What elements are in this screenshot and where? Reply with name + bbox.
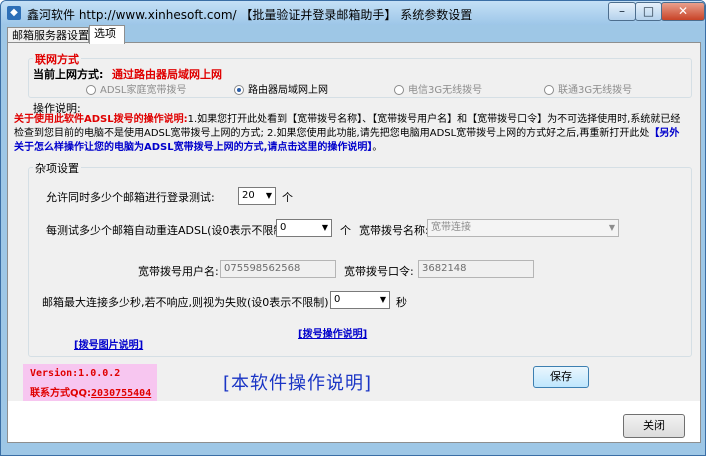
dial-password-field[interactable]: 3682148 — [418, 260, 534, 278]
current-mode-value: 通过路由器局域网上网 — [112, 68, 222, 81]
version-text: Version:1.0.0.2 — [30, 368, 121, 379]
dial-user-field[interactable]: 075598562568 — [220, 260, 336, 278]
help-text: 关于使用此软件ADSL拨号的操作说明:1.如果您打开此处看到【宽带拨号名称】、【… — [14, 114, 681, 153]
timeout-unit: 秒 — [396, 296, 407, 309]
tab-mail-server-settings[interactable]: 邮箱服务器设置 — [7, 27, 89, 43]
app-window: ◆ 鑫河软件 http://www.xinhesoft.com/ 【批量验证并登… — [0, 0, 706, 456]
concurrent-unit: 个 — [282, 191, 293, 204]
radio-circle-selected — [234, 85, 244, 95]
concurrent-label: 允许同时多少个邮箱进行登录测试: — [46, 191, 215, 204]
concurrent-select[interactable]: 20 ▼ — [238, 187, 276, 205]
current-mode-label: 当前上网方式: — [33, 68, 104, 81]
software-manual-link[interactable]: [本软件操作说明] — [223, 369, 372, 395]
radio-circle — [544, 85, 554, 95]
radio-unicom-3g[interactable]: 联通3G无线拨号 — [544, 81, 632, 96]
timeout-label: 邮箱最大连接多少秒,若不响应,则视为失败(设0表示不限制) — [42, 296, 329, 309]
network-group-title: 联网方式 — [33, 51, 81, 67]
title-bar[interactable]: ◆ 鑫河软件 http://www.xinhesoft.com/ 【批量验证并登… — [1, 1, 705, 25]
options-panel: 联网方式 当前上网方式: 通过路由器局域网上网 ADSL家庭宽带拨号 路由器局域… — [8, 43, 700, 401]
dial-password-label: 宽带拨号口令: — [344, 265, 414, 278]
radio-circle — [86, 85, 96, 95]
chevron-down-icon: ▼ — [608, 223, 615, 232]
maximize-button[interactable]: □ — [635, 2, 662, 21]
timeout-select[interactable]: 0 ▼ — [330, 291, 390, 309]
dial-name-label: 宽带拨号名称: — [359, 224, 429, 237]
radio-circle — [394, 85, 404, 95]
dial-operation-link[interactable]: [拨号操作说明] — [298, 325, 367, 340]
close-window-button[interactable]: ✕ — [661, 2, 705, 21]
window-title: 鑫河软件 http://www.xinhesoft.com/ 【批量验证并登录邮… — [27, 8, 473, 22]
misc-group-title: 杂项设置 — [33, 160, 81, 176]
chevron-down-icon: ▼ — [379, 295, 386, 304]
contact-text: 联系方式QQ:2030755404 — [30, 388, 152, 399]
radio-telecom-3g[interactable]: 电信3G无线拨号 — [394, 81, 482, 96]
dial-user-label: 宽带拨号用户名: — [138, 265, 219, 278]
contact-qq[interactable]: 2030755404 — [91, 388, 151, 399]
reconnect-select[interactable]: 0 ▼ — [276, 219, 332, 237]
reconnect-unit: 个 — [340, 224, 351, 237]
dial-name-select[interactable]: 宽带连接 ▼ — [427, 219, 619, 237]
save-button[interactable]: 保存 — [533, 366, 589, 388]
version-box: Version:1.0.0.2 联系方式QQ:2030755404 — [23, 364, 157, 401]
tab-options[interactable]: 选项 — [89, 25, 125, 44]
radio-router-lan[interactable]: 路由器局域网上网 — [234, 81, 328, 96]
app-logo-icon: ◆ — [7, 6, 21, 20]
reconnect-label: 每测试多少个邮箱自动重连ADSL(设0表示不限制) — [46, 224, 289, 237]
radio-adsl-dialup[interactable]: ADSL家庭宽带拨号 — [86, 81, 186, 96]
chevron-down-icon: ▼ — [265, 191, 272, 200]
close-button[interactable]: 关闭 — [623, 414, 685, 438]
minimize-button[interactable]: – — [608, 2, 636, 21]
chevron-down-icon: ▼ — [321, 223, 328, 232]
dial-picture-link[interactable]: [拨号图片说明] — [74, 336, 143, 351]
